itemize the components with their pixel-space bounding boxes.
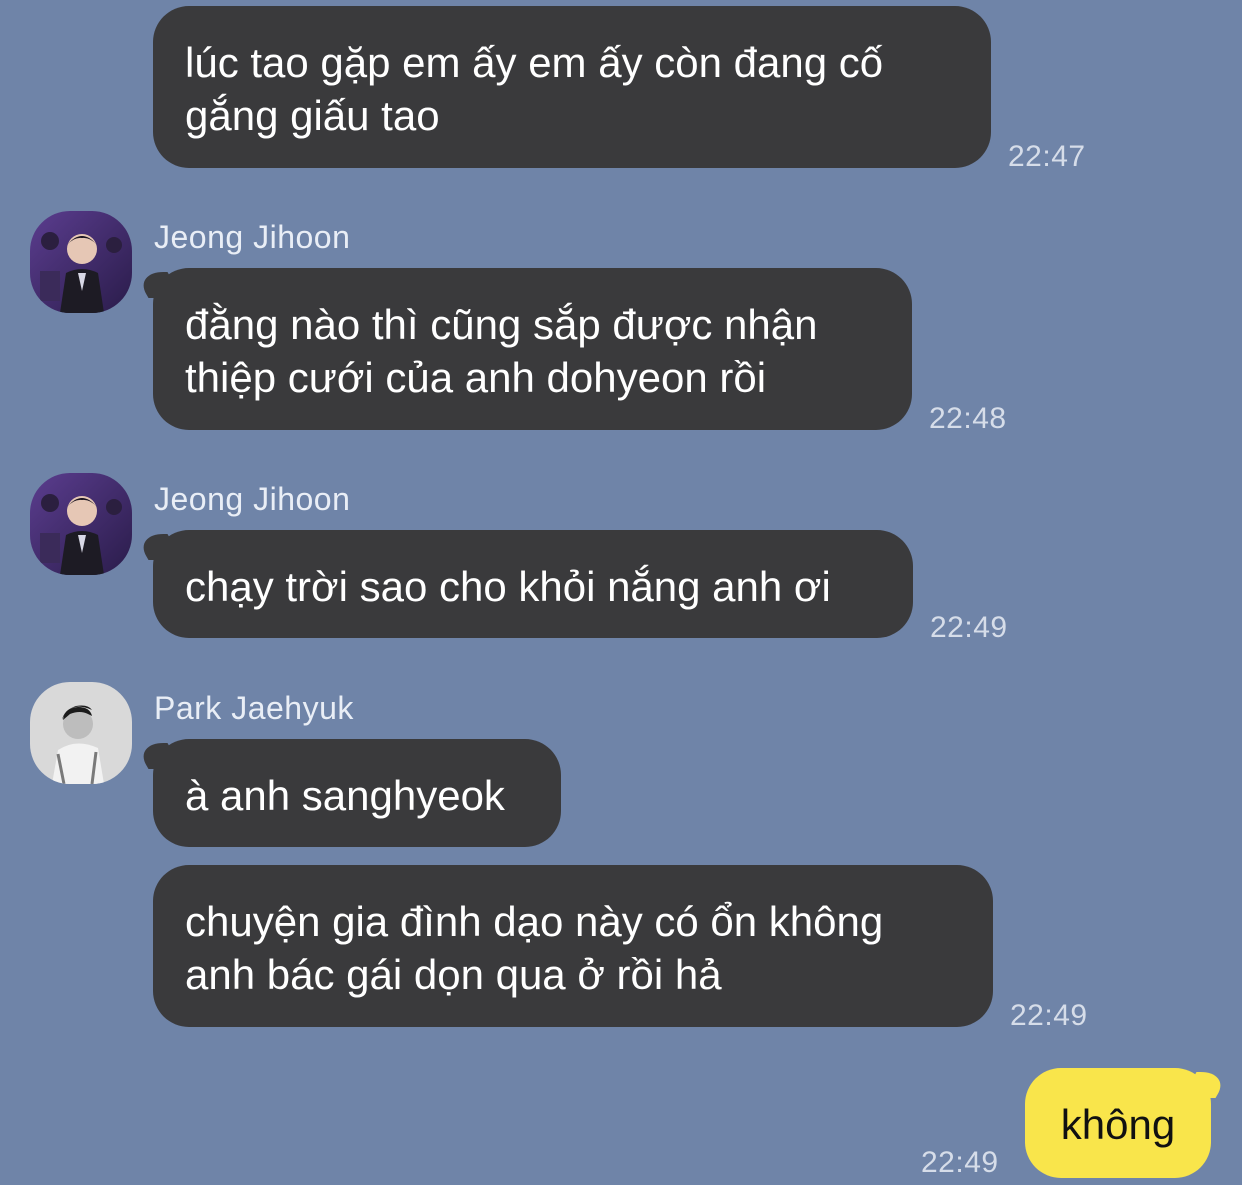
avatar-jeong-jihoon[interactable]: [30, 473, 132, 575]
sender-name: Jeong Jihoon: [154, 219, 351, 255]
message-bubble[interactable]: chuyện gia đình dạo này có ổn không anh …: [153, 865, 993, 1027]
avatar-park-jaehyuk[interactable]: [30, 682, 132, 784]
message-time: 22:49: [921, 1146, 999, 1179]
chat-thread[interactable]: lúc tao gặp em ấy em ấy còn đang cố gắng…: [0, 0, 1242, 1185]
message-time: 22:48: [929, 402, 1007, 435]
message-bubble[interactable]: chạy trời sao cho khỏi nắng anh ơi: [153, 530, 913, 638]
message-time: 22:49: [1010, 999, 1088, 1032]
message-bubble[interactable]: lúc tao gặp em ấy em ấy còn đang cố gắng…: [153, 6, 991, 168]
avatar-jeong-jihoon[interactable]: [30, 211, 132, 313]
message-bubble-outgoing[interactable]: không: [1025, 1068, 1211, 1178]
profile-photo-icon: [30, 473, 132, 575]
sender-name: Jeong Jihoon: [154, 481, 351, 517]
message-bubble[interactable]: à anh sanghyeok: [153, 739, 561, 847]
sender-name: Park Jaehyuk: [154, 690, 354, 726]
message-time: 22:47: [1008, 140, 1086, 173]
message-time: 22:49: [930, 611, 1008, 644]
message-bubble[interactable]: đằng nào thì cũng sắp được nhận thiệp cư…: [153, 268, 912, 430]
profile-photo-icon: [30, 211, 132, 313]
profile-photo-icon: [30, 682, 132, 784]
